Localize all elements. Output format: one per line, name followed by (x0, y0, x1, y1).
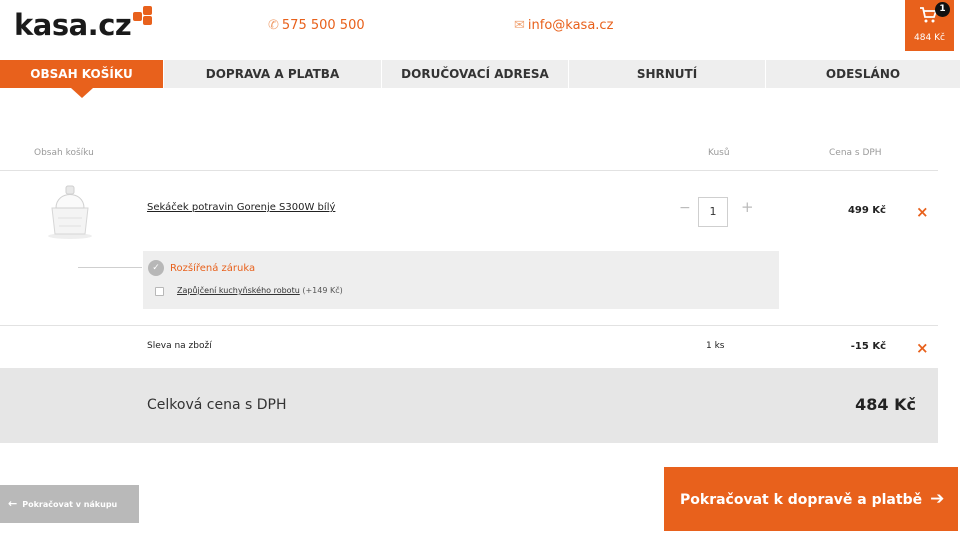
warranty-option-checkbox[interactable] (155, 287, 164, 296)
qty-decrease-button[interactable]: − (679, 200, 691, 216)
cart-count-badge: 1 (935, 2, 950, 17)
continue-shopping-label: Pokračovat v nákupu (22, 500, 118, 509)
continue-to-shipping-button[interactable]: Pokračovat k dopravě a platbě ➔ (664, 467, 958, 531)
step-shipping-payment[interactable]: DOPRAVA A PLATBA (164, 60, 382, 88)
phone-number: 575 500 500 (281, 18, 365, 33)
arrow-right-icon: ➔ (930, 489, 945, 509)
email-link[interactable]: ✉ info@kasa.cz (514, 18, 613, 33)
cart-button[interactable]: 1 484 Kč (905, 0, 954, 51)
product-name-link[interactable]: Sekáček potravin Gorenje S300W bílý (147, 202, 335, 213)
remove-discount-icon[interactable]: × (916, 339, 929, 357)
email-address: info@kasa.cz (527, 18, 614, 33)
product-price: 499 Kč (847, 205, 886, 216)
total-label: Celková cena s DPH (147, 397, 287, 413)
extended-warranty-panel (143, 251, 779, 309)
cart-total: 484 Kč (914, 33, 945, 43)
total-bar (0, 368, 938, 443)
column-header-content: Obsah košíku (34, 148, 94, 158)
arrow-left-icon: ← (8, 497, 18, 510)
warranty-option: Zapůjčení kuchyňského robotu (+149 Kč) (177, 286, 343, 295)
checkout-steps: OBSAH KOŠÍKU DOPRAVA A PLATBA DORUČOVACÍ… (0, 60, 960, 98)
logo[interactable]: kasa.cz (14, 8, 132, 42)
discount-label: Sleva na zboží (147, 341, 212, 351)
column-header-price: Cena s DPH (829, 148, 882, 158)
step-sent[interactable]: ODESLÁNO (766, 60, 960, 88)
header-divider (0, 170, 938, 171)
continue-shopping-button[interactable]: ← Pokračovat v nákupu (0, 485, 139, 523)
quantity-input[interactable]: 1 (698, 197, 728, 227)
warranty-badge-icon: ✓ (148, 260, 164, 276)
warranty-connector (78, 267, 142, 268)
continue-to-shipping-label: Pokračovat k dopravě a platbě (680, 492, 923, 508)
logo-mark-icon (133, 6, 153, 26)
column-header-qty: Kusů (708, 148, 730, 158)
product-image[interactable] (38, 178, 102, 242)
warranty-option-link[interactable]: Zapůjčení kuchyňského robotu (177, 286, 300, 295)
phone-link[interactable]: ✆ 575 500 500 (268, 18, 365, 33)
warranty-option-price: (+149 Kč) (302, 286, 343, 295)
total-value: 484 Kč (855, 395, 916, 414)
discount-price: -15 Kč (850, 341, 886, 352)
product-divider (0, 325, 938, 326)
remove-product-icon[interactable]: × (916, 203, 929, 221)
site-header: kasa.cz ✆ 575 500 500 ✉ info@kasa.cz 1 484… (0, 0, 960, 57)
phone-icon: ✆ (268, 18, 279, 33)
envelope-icon: ✉ (514, 18, 525, 33)
qty-increase-button[interactable]: + (741, 198, 754, 216)
step-delivery-address[interactable]: DORUČOVACÍ ADRESA (382, 60, 569, 88)
warranty-title: Rozšířená záruka (170, 263, 256, 274)
step-summary[interactable]: SHRNUTÍ (569, 60, 766, 88)
discount-qty: 1 ks (706, 341, 725, 351)
step-cart-contents[interactable]: OBSAH KOŠÍKU (0, 60, 164, 98)
